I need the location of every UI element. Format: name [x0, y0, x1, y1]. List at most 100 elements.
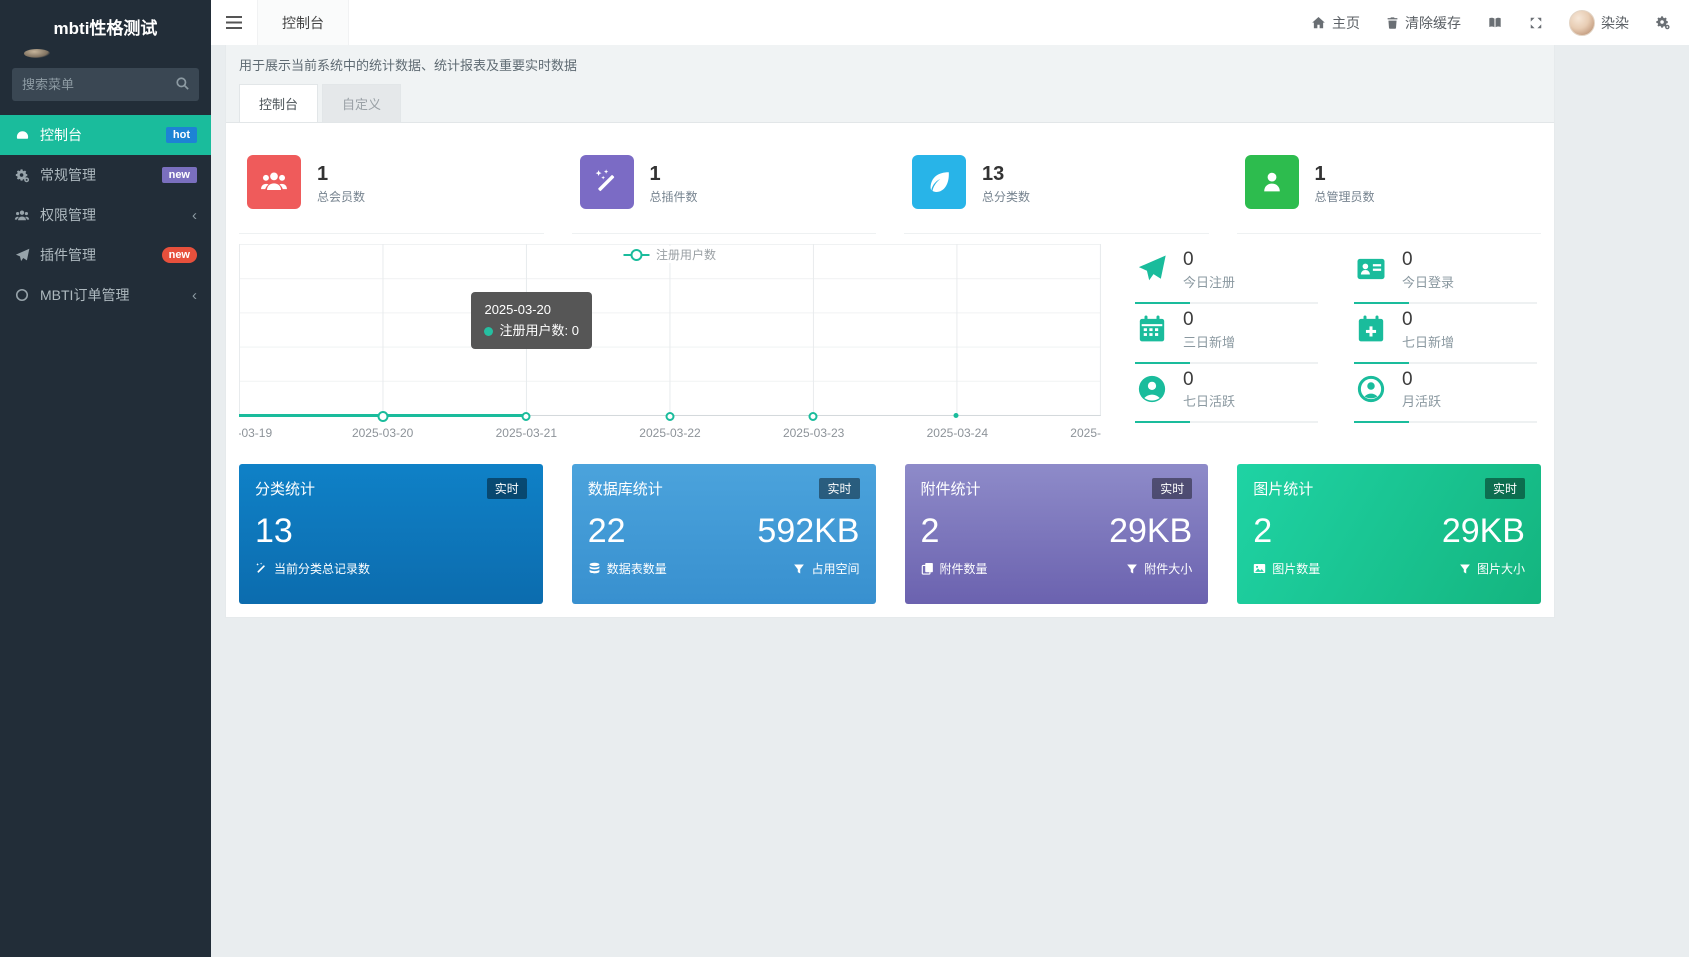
- mini-stat-progress: [1354, 301, 1537, 304]
- mini-stat-today-login: 0 今日登录: [1354, 248, 1537, 306]
- x-tick: 2025-03-23: [782, 426, 845, 440]
- realtime-badge: 实时: [1152, 478, 1193, 499]
- mini-stat-today-registered: 0 今日注册: [1135, 248, 1318, 306]
- panel-tabs: 控制台 自定义: [239, 84, 1541, 122]
- stat-value: 1: [1314, 162, 1326, 185]
- card-title: 分类统计: [255, 481, 316, 498]
- circle-icon: [14, 287, 30, 303]
- user-circle-icon: [1135, 372, 1169, 406]
- chart-point[interactable]: [377, 411, 388, 422]
- gear-icon[interactable]: [1655, 15, 1671, 30]
- mini-stats: 0 今日注册 0 今日登录 0 三日新增 0 七日新增 0 七日活跃 0 月活跃: [1101, 244, 1541, 446]
- leaf-icon: [912, 155, 966, 209]
- card-title: 附件统计: [920, 481, 981, 498]
- card-footer-label: 数据表数量: [606, 562, 667, 577]
- users-group-icon: [247, 155, 301, 209]
- user-circle-outline-icon: [1354, 372, 1388, 406]
- card-value-right: 592KB: [757, 512, 860, 550]
- mini-stat-value: 0: [1402, 308, 1413, 330]
- hot-badge: hot: [165, 127, 197, 143]
- topbar: 控制台 主页 清除缓存 染染: [211, 0, 1689, 45]
- chart-legend[interactable]: 注册用户数: [618, 246, 721, 263]
- sidebar-item-label: 控制台: [40, 127, 82, 143]
- mini-stat-label: 七日活跃: [1183, 394, 1236, 410]
- clear-cache-label: 清除缓存: [1405, 14, 1461, 31]
- menu-toggle-icon[interactable]: [211, 0, 257, 45]
- new-badge: new: [161, 167, 197, 183]
- sidebar-item-dashboard[interactable]: 控制台 hot: [0, 115, 211, 155]
- realtime-badge: 实时: [486, 478, 527, 499]
- chart-point[interactable]: [953, 413, 959, 418]
- chart-tooltip: 2025-03-20 注册用户数: 0: [471, 291, 592, 350]
- sidebar-item-mbti-orders[interactable]: MBTI订单管理 ‹: [0, 275, 211, 315]
- gears-icon: [14, 167, 30, 183]
- card-footer-label: 图片大小: [1476, 562, 1525, 577]
- language-icon[interactable]: [1487, 16, 1503, 30]
- card-footer-label: 图片数量: [1272, 562, 1321, 577]
- mini-stat-value: 0: [1183, 308, 1194, 330]
- card-category-stats: 分类统计 实时 13 当前分类总记录数: [239, 464, 543, 604]
- mini-stat-progress: [1354, 361, 1537, 364]
- tab-console[interactable]: 控制台: [239, 84, 319, 122]
- chart-point[interactable]: [808, 412, 818, 421]
- home-icon: [1311, 16, 1326, 30]
- sidebar-item-addons[interactable]: 插件管理 new: [0, 235, 211, 275]
- realtime-badge: 实时: [819, 478, 860, 499]
- app-title: mbti性格测试: [53, 19, 158, 38]
- card-title: 图片统计: [1253, 481, 1314, 498]
- sidebar-item-auth[interactable]: 权限管理 ‹: [0, 195, 211, 235]
- topbar-tab-console[interactable]: 控制台: [257, 0, 349, 45]
- x-tick: 2025-03-22: [639, 426, 701, 440]
- filter-icon: [793, 563, 805, 575]
- stat-total-categories: 13 总分类数: [904, 141, 1209, 234]
- clear-cache-link[interactable]: 清除缓存: [1386, 13, 1461, 33]
- chart-plot: 注册用户数 2025-03-20 注册用户数: 0: [239, 244, 1101, 422]
- users-icon: [14, 207, 30, 223]
- card-title: 数据库统计: [587, 481, 663, 498]
- calendar-icon: [1135, 312, 1169, 346]
- chevron-left-icon: ‹: [192, 206, 197, 224]
- chart-x-axis: 2025-03-19 2025-03-20 2025-03-21 2025-03…: [239, 424, 1101, 446]
- mini-stat-value: 0: [1183, 249, 1194, 270]
- sidebar-item-label: 常规管理: [40, 167, 96, 183]
- sidebar: mbti性格测试 控制台 hot: [0, 0, 211, 957]
- card-attachment-stats: 附件统计 实时 2 29KB 附件数量 附件大小: [904, 464, 1209, 604]
- summary-cards: 分类统计 实时 13 当前分类总记录数 数据库统计 实时 22 592KB 数据…: [239, 464, 1541, 604]
- id-card-icon: [1354, 252, 1388, 286]
- topbar-tab-label: 控制台: [282, 14, 324, 31]
- mini-stat-progress: [1135, 301, 1318, 304]
- rocket-icon: [1135, 252, 1169, 286]
- mini-stat-progress: [1135, 361, 1318, 364]
- home-link[interactable]: 主页: [1311, 13, 1360, 33]
- legend-label: 注册用户数: [655, 248, 717, 262]
- sidebar-item-general[interactable]: 常规管理 new: [0, 155, 211, 195]
- stat-total-addons: 1 总插件数: [571, 141, 876, 234]
- user-icon: [1244, 155, 1299, 209]
- card-database-stats: 数据库统计 实时 22 592KB 数据表数量 占用空间: [571, 464, 876, 604]
- new-badge: new: [161, 247, 197, 263]
- copy-icon: [921, 562, 934, 575]
- card-value: 2: [1253, 512, 1273, 550]
- user-menu[interactable]: 染染: [1569, 9, 1629, 36]
- sidebar-item-label: MBTI订单管理: [40, 287, 130, 303]
- dashboard-panel: 用于展示当前系统中的统计数据、统计报表及重要实时数据 控制台 自定义 1 总会员…: [225, 45, 1555, 618]
- search-icon[interactable]: [175, 76, 190, 91]
- fullscreen-icon[interactable]: [1529, 16, 1543, 30]
- tab-custom[interactable]: 自定义: [322, 84, 402, 122]
- stat-label: 总管理员数: [1314, 189, 1375, 204]
- registrations-chart: 注册用户数 2025-03-20 注册用户数: 0 03-19 2025-03-…: [239, 244, 1101, 446]
- filter-icon: [1459, 563, 1471, 575]
- mini-stat-label: 月活跃: [1402, 394, 1442, 410]
- sidebar-menu: 控制台 hot 常规管理 new 权限管理 ‹ 插件管理 new MBTI订单管…: [0, 115, 211, 315]
- realtime-badge: 实时: [1484, 478, 1525, 499]
- image-icon: [1253, 562, 1266, 575]
- rocket-icon: [14, 247, 30, 263]
- panel-header: 用于展示当前系统中的统计数据、统计报表及重要实时数据 控制台 自定义: [226, 45, 1554, 123]
- card-value: 13: [255, 512, 293, 550]
- dashboard-icon: [14, 127, 30, 143]
- chart-point[interactable]: [521, 412, 531, 421]
- menu-search-input[interactable]: [12, 68, 199, 101]
- overview-stats: 1 总会员数 1 总插件数 13 总分类数 1 总管理员数: [239, 136, 1541, 234]
- chart-point[interactable]: [665, 412, 674, 421]
- x-tick: 2025-03-20: [351, 426, 414, 440]
